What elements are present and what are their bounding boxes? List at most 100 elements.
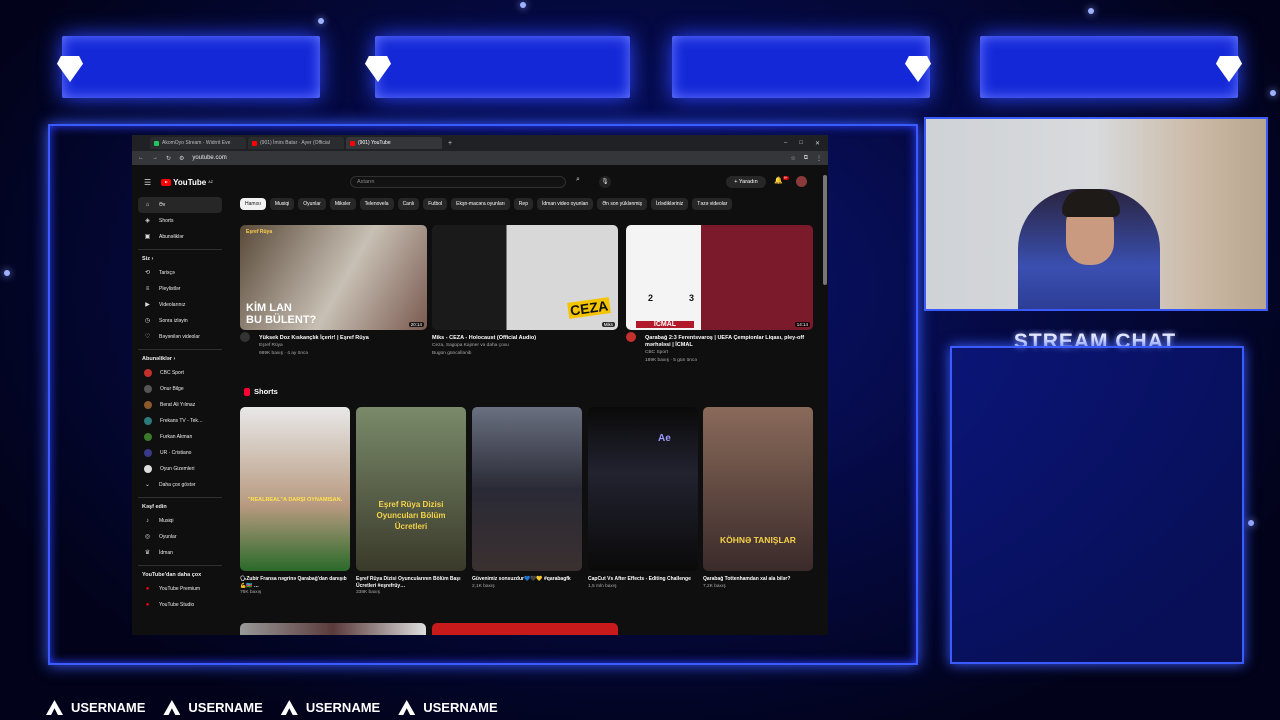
back-icon[interactable]: ← bbox=[138, 155, 144, 161]
short-views: 2,1K baxış bbox=[472, 583, 495, 589]
short-views: 7,2K baxış bbox=[703, 583, 726, 589]
short-card[interactable]: Eşref Rüya Dizisi Oyuncuları Bölüm Ücret… bbox=[356, 407, 466, 595]
sidebar-item-playlists[interactable]: ≡ Pleylistlər bbox=[138, 281, 222, 297]
video-title[interactable]: Yüksek Doz Kıskançlık İçerir! | Eşref Rü… bbox=[259, 335, 427, 342]
short-title[interactable]: Qarabağ Tottenhamdan xal ala bilər? bbox=[703, 576, 813, 583]
sidebar-item-shorts[interactable]: ◈ Shorts bbox=[138, 213, 222, 229]
sidebar-item-premium[interactable]: ● YouTube Premium bbox=[138, 581, 222, 597]
short-card[interactable]: Güvenimiz sonsuzdur💙🖤💛 #qarabagfk 2,1K b… bbox=[472, 407, 582, 589]
url-field[interactable]: youtube.com bbox=[192, 155, 226, 161]
chip[interactable]: Ən son yüklənmiş bbox=[597, 198, 648, 210]
sidebar: ⌂ Əv ◈ Shorts ▣ Abunəliklər Siz › ⟲ Tarixçə … bbox=[138, 197, 222, 613]
channel-avatar[interactable] bbox=[626, 332, 636, 342]
video-thumbnail[interactable]: 2 3 İCMAL 14:14 bbox=[626, 225, 813, 330]
video-card[interactable]: KİM LAN BU BÜLENT? Eşref Rüya 20:14 Yüks… bbox=[240, 225, 427, 358]
hamburger-menu-icon[interactable]: ☰ bbox=[144, 178, 151, 187]
video-card[interactable]: CEZA Miks Miks - CEZA - Holocaust (Offic… bbox=[432, 225, 618, 358]
sidebar-sub-channel[interactable]: Berat Ali Yılmaz bbox=[138, 397, 222, 413]
short-card[interactable]: KÖHNƏ TANIŞLAR Qarabağ Tottenhamdan xal … bbox=[703, 407, 813, 589]
minimize-icon[interactable]: – bbox=[784, 140, 787, 147]
video-thumbnail[interactable]: CEZA Miks bbox=[432, 225, 618, 330]
chip[interactable]: Musiqi bbox=[269, 198, 295, 210]
short-thumbnail[interactable]: Ae bbox=[588, 407, 698, 571]
brand-logo-icon bbox=[46, 700, 63, 715]
sidebar-sub-channel[interactable]: Frekans TV - Tek… bbox=[138, 413, 222, 429]
video-thumbnail[interactable] bbox=[432, 623, 618, 635]
short-thumbnail[interactable]: "REALREAL"A DARŞI OYNAMISAN. bbox=[240, 407, 350, 571]
chip[interactable]: İzlədikləriniz bbox=[651, 198, 689, 210]
sidebar-item-subscriptions[interactable]: ▣ Abunəliklər bbox=[138, 229, 222, 245]
chip[interactable]: Oyunlar bbox=[298, 198, 326, 210]
sidebar-sub-channel[interactable]: Onur Bilge bbox=[138, 381, 222, 397]
short-thumbnail[interactable]: KÖHNƏ TANIŞLAR bbox=[703, 407, 813, 571]
video-channel[interactable]: Ceza, Sagopa Kajmer və daha çoxu bbox=[432, 342, 618, 350]
chip[interactable]: Telenovela bbox=[359, 198, 394, 210]
youtube-logo[interactable]: YouTube AZ bbox=[161, 178, 213, 187]
browser-tab[interactable]: (901) İmirs Batar · Ayer (Official bbox=[248, 137, 344, 149]
sidebar-item-sports[interactable]: ♛ İdman bbox=[138, 545, 222, 561]
sidebar-sub-channel[interactable]: Furkan Akman bbox=[138, 429, 222, 445]
thumbnail-overlay-text: İCMAL bbox=[636, 321, 694, 328]
bookmark-icon[interactable]: ☆ bbox=[790, 155, 795, 162]
video-channel[interactable]: CBC Sport bbox=[645, 349, 813, 357]
sidebar-show-more[interactable]: ⌄ Daha çox göstər bbox=[138, 477, 222, 493]
sidebar-item-music[interactable]: ♪ Musiqi bbox=[138, 513, 222, 529]
liked-videos-icon: ♡ bbox=[144, 333, 151, 340]
site-info-icon[interactable]: ⚙ bbox=[179, 155, 184, 162]
search-icon[interactable]: ⌕ bbox=[568, 176, 588, 188]
account-avatar[interactable] bbox=[796, 176, 807, 187]
menu-icon[interactable]: ⋮ bbox=[816, 155, 822, 162]
sidebar-sub-channel[interactable]: UR · Cristiano bbox=[138, 445, 222, 461]
maximize-icon[interactable]: □ bbox=[799, 140, 803, 147]
top-glow-bar bbox=[672, 36, 930, 98]
sidebar-subscriptions-heading[interactable]: Abunəliklər › bbox=[138, 349, 222, 365]
sidebar-item-liked[interactable]: ♡ Bəyənilən videolar bbox=[138, 329, 222, 345]
chip[interactable]: Futbol bbox=[423, 198, 448, 210]
short-thumbnail[interactable] bbox=[472, 407, 582, 571]
short-title[interactable]: Güvenimiz sonsuzdur💙🖤💛 #qarabagfk bbox=[472, 576, 582, 583]
video-thumbnail[interactable]: KİM LAN BU BÜLENT? Eşref Rüya 20:14 bbox=[240, 225, 427, 330]
short-card[interactable]: Ae CapCut Vs After Effects - Editing Cha… bbox=[588, 407, 698, 589]
sidebar-item-history[interactable]: ⟲ Tarixçə bbox=[138, 265, 222, 281]
create-button[interactable]: + Yaradın bbox=[726, 176, 766, 188]
sidebar-item-home[interactable]: ⌂ Əv bbox=[138, 197, 222, 213]
scrollbar[interactable] bbox=[823, 175, 827, 285]
video-title[interactable]: Miks - CEZA - Holocaust (Official Audio) bbox=[432, 335, 618, 342]
short-title[interactable]: Eşref Rüya Dizisi Oyuncularının Bölüm Ba… bbox=[356, 576, 466, 589]
short-title[interactable]: 🗣Zubir Fransa nəgrinə Qarabağ'dan danışı… bbox=[240, 576, 350, 589]
sidebar-sub-channel[interactable]: CBC Sport bbox=[138, 365, 222, 381]
sidebar-item-your-videos[interactable]: ▶ Videolarınız bbox=[138, 297, 222, 313]
reload-icon[interactable]: ↻ bbox=[166, 155, 171, 162]
search-input[interactable]: Axtarın bbox=[350, 176, 566, 188]
username-bar: USERNAME USERNAME USERNAME USERNAME bbox=[46, 700, 498, 715]
chip[interactable]: Ekşn-macəra oyunları bbox=[451, 198, 510, 210]
chip[interactable]: Hamısı bbox=[240, 198, 266, 210]
browser-tab-active[interactable]: (901) YouTube bbox=[346, 137, 442, 149]
video-card[interactable]: 2 3 İCMAL 14:14 Qarabağ 2:3 Ferentsvaroş… bbox=[626, 225, 813, 365]
close-icon[interactable]: ✕ bbox=[815, 140, 820, 147]
sidebar-sub-channel[interactable]: Oyun Gizemleri bbox=[138, 461, 222, 477]
short-card[interactable]: "REALREAL"A DARŞI OYNAMISAN. 🗣Zubir Fran… bbox=[240, 407, 350, 595]
browser-tab[interactable]: AkomOyo Stream · Widrrit Eve bbox=[150, 137, 246, 149]
extensions-icon[interactable]: ⧉ bbox=[804, 155, 808, 162]
chip[interactable]: Təzə videolar bbox=[692, 198, 733, 210]
chip[interactable]: Rep bbox=[513, 198, 533, 210]
forward-icon[interactable]: → bbox=[152, 155, 158, 161]
chip[interactable]: İdman video oyunları bbox=[536, 198, 594, 210]
notifications-bell-icon[interactable]: 🔔9+ bbox=[774, 176, 789, 184]
new-tab-icon[interactable]: + bbox=[448, 140, 452, 147]
video-title[interactable]: Qarabağ 2:3 Ferentsvaroş | UEFA Çempionl… bbox=[645, 335, 813, 349]
sidebar-item-watch-later[interactable]: ◷ Sonra izləyin bbox=[138, 313, 222, 329]
channel-avatar[interactable] bbox=[240, 332, 250, 342]
microphone-icon[interactable]: 🎙 bbox=[599, 176, 611, 188]
sidebar-you-heading[interactable]: Siz › bbox=[138, 249, 222, 265]
sidebar-item-gaming[interactable]: ◎ Oyunlar bbox=[138, 529, 222, 545]
video-channel[interactable]: Eşref Rüya bbox=[259, 342, 427, 350]
sidebar-item-studio[interactable]: ● YouTube Studio bbox=[138, 597, 222, 613]
chip[interactable]: Canlı bbox=[397, 198, 420, 210]
chip[interactable]: Miksler bbox=[329, 198, 356, 210]
score-away: 3 bbox=[689, 293, 695, 303]
short-title[interactable]: CapCut Vs After Effects - Editing Challe… bbox=[588, 576, 698, 583]
short-thumbnail[interactable]: Eşref Rüya Dizisi Oyuncuları Bölüm Ücret… bbox=[356, 407, 466, 571]
video-thumbnail[interactable] bbox=[240, 623, 426, 635]
